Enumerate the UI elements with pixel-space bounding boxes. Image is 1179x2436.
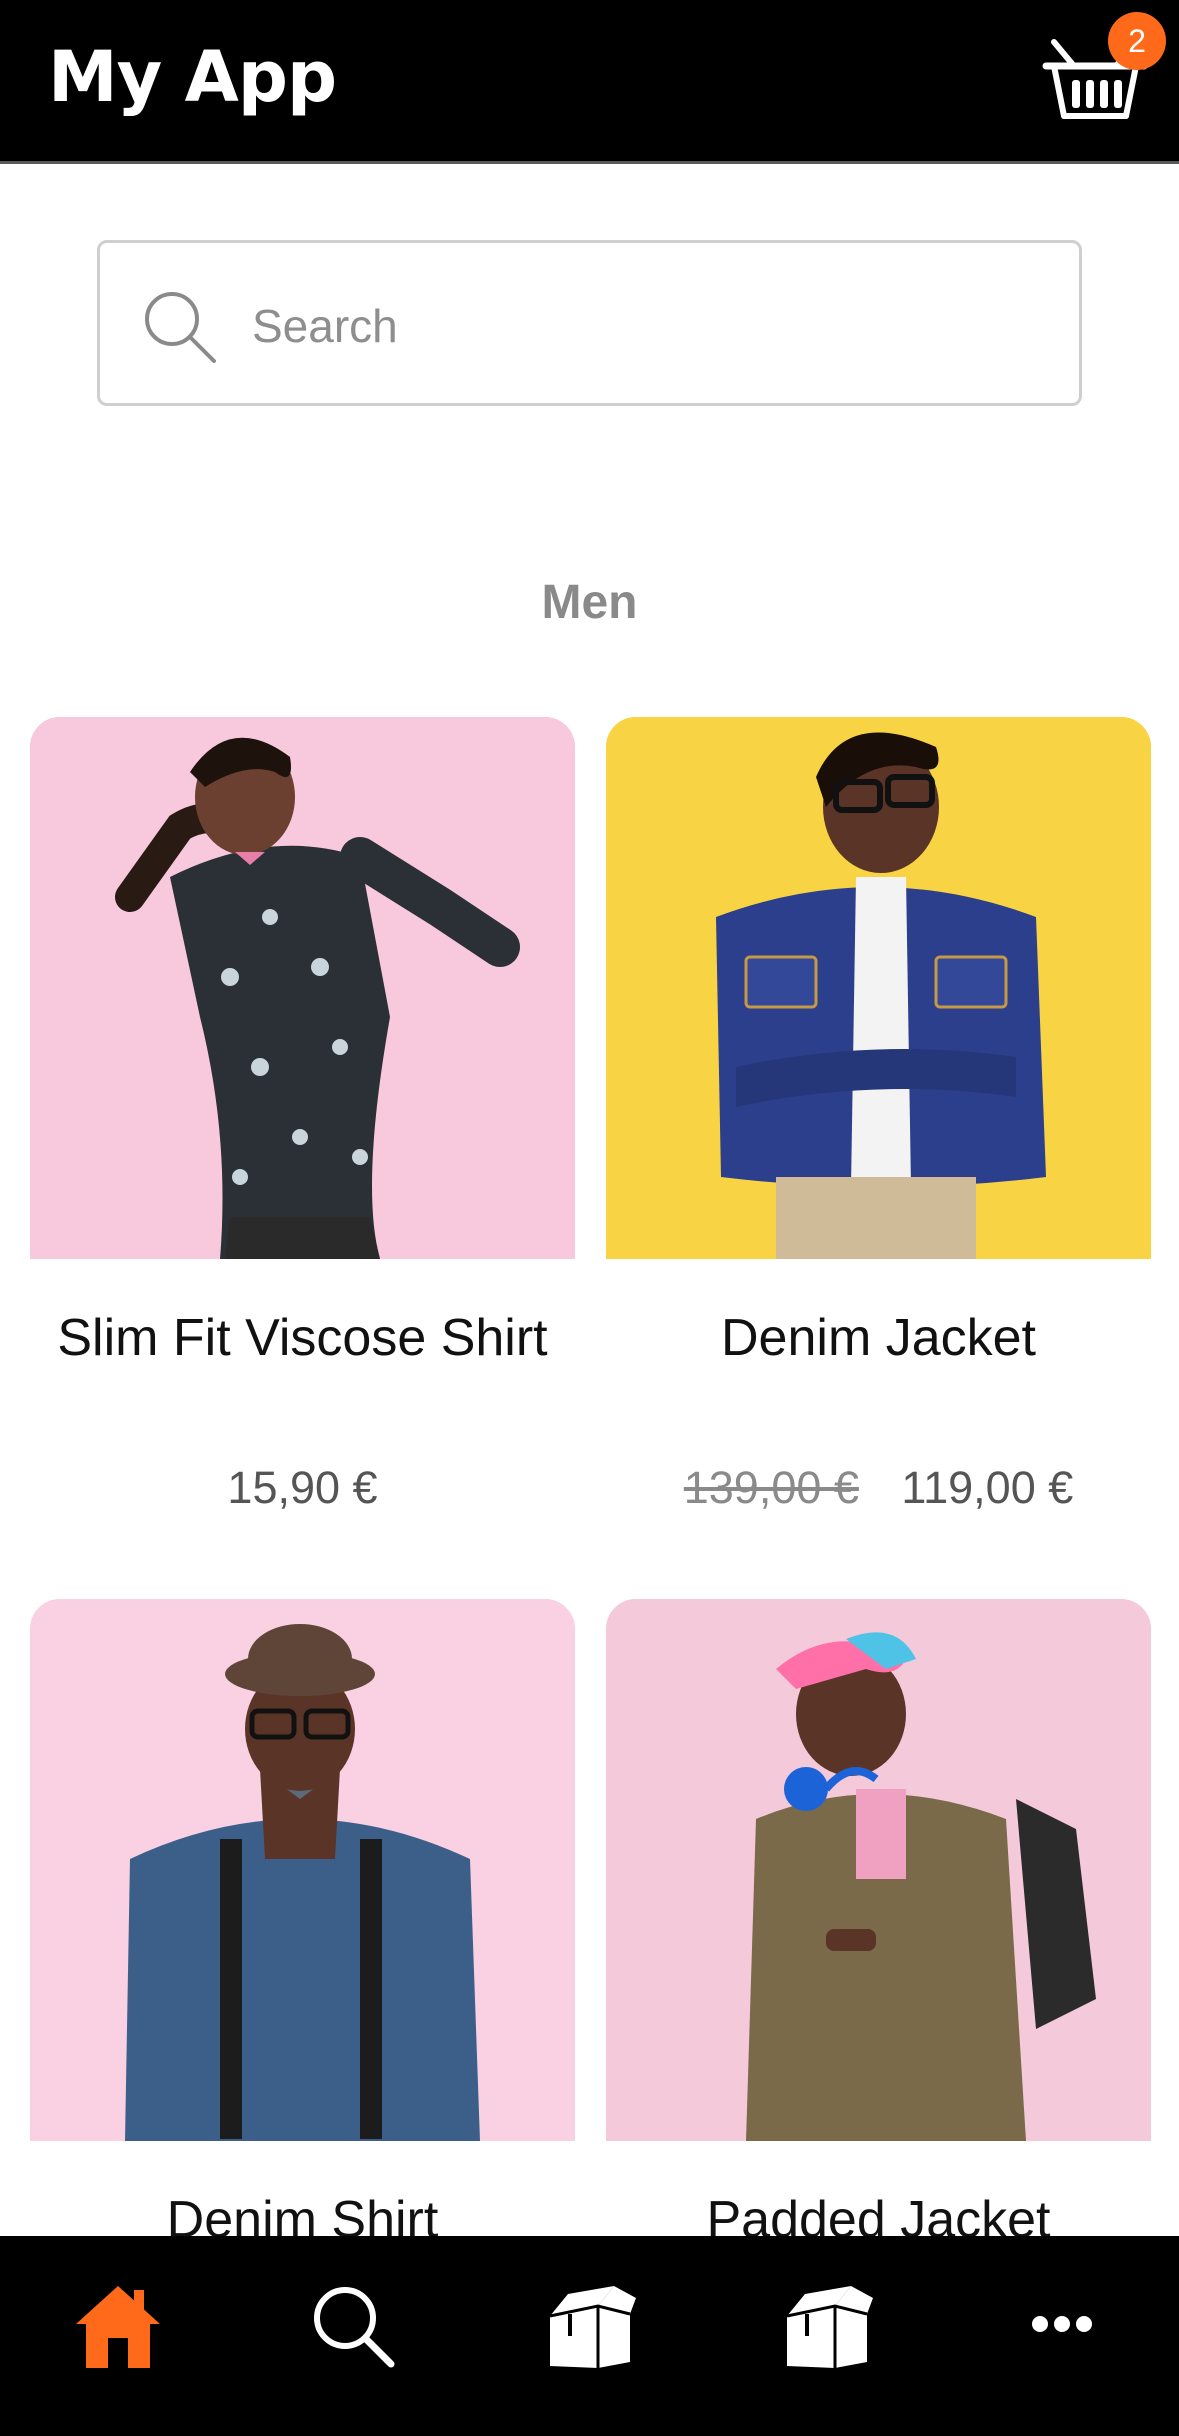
product-name[interactable]: Slim Fit Viscose Shirt — [30, 1307, 575, 1369]
product-price-row: 139,00 € 119,00 € — [606, 1462, 1151, 1514]
box-icon — [786, 2286, 873, 2368]
box-icon — [549, 2286, 636, 2368]
product-card[interactable]: Denim Shirt — [30, 1599, 575, 2299]
product-card[interactable]: Denim Jacket 139,00 € 119,00 € — [606, 717, 1151, 1537]
product-image[interactable] — [606, 717, 1151, 1259]
search-icon — [314, 2287, 395, 2368]
home-icon — [76, 2286, 160, 2368]
search-bar[interactable] — [97, 240, 1082, 406]
product-price-row: 15,90 € — [30, 1462, 575, 1514]
cart-count-badge: 2 — [1108, 12, 1166, 70]
product-card[interactable]: Padded Jacket — [606, 1599, 1151, 2299]
nav-home[interactable] — [68, 2276, 168, 2376]
bottom-navigation — [0, 2236, 1179, 2436]
nav-box-2[interactable] — [777, 2276, 877, 2376]
category-title: Men — [541, 576, 638, 629]
nav-search[interactable] — [303, 2276, 403, 2376]
product-image[interactable] — [30, 1599, 575, 2141]
man-floral-shirt-photo — [30, 717, 575, 1259]
product-name[interactable]: Denim Jacket — [606, 1307, 1151, 1369]
search-input[interactable] — [250, 283, 1034, 369]
more-icon — [1032, 2316, 1092, 2332]
product-card[interactable]: Slim Fit Viscose Shirt 15,90 € — [30, 717, 575, 1537]
nav-more[interactable] — [1012, 2276, 1112, 2376]
product-image[interactable] — [30, 717, 575, 1259]
man-backpack-photo — [606, 1599, 1151, 2141]
search-icon — [145, 292, 216, 363]
product-image[interactable] — [606, 1599, 1151, 2141]
product-old-price: 139,00 € — [683, 1462, 859, 1513]
product-price: 15,90 € — [227, 1462, 378, 1513]
product-price: 119,00 € — [901, 1462, 1074, 1513]
app-header: My App 2 — [0, 0, 1179, 164]
nav-box-1[interactable] — [540, 2276, 640, 2376]
app-title: My App — [48, 36, 337, 118]
man-suspenders-photo — [30, 1599, 575, 2141]
man-denim-jacket-photo — [606, 717, 1151, 1259]
